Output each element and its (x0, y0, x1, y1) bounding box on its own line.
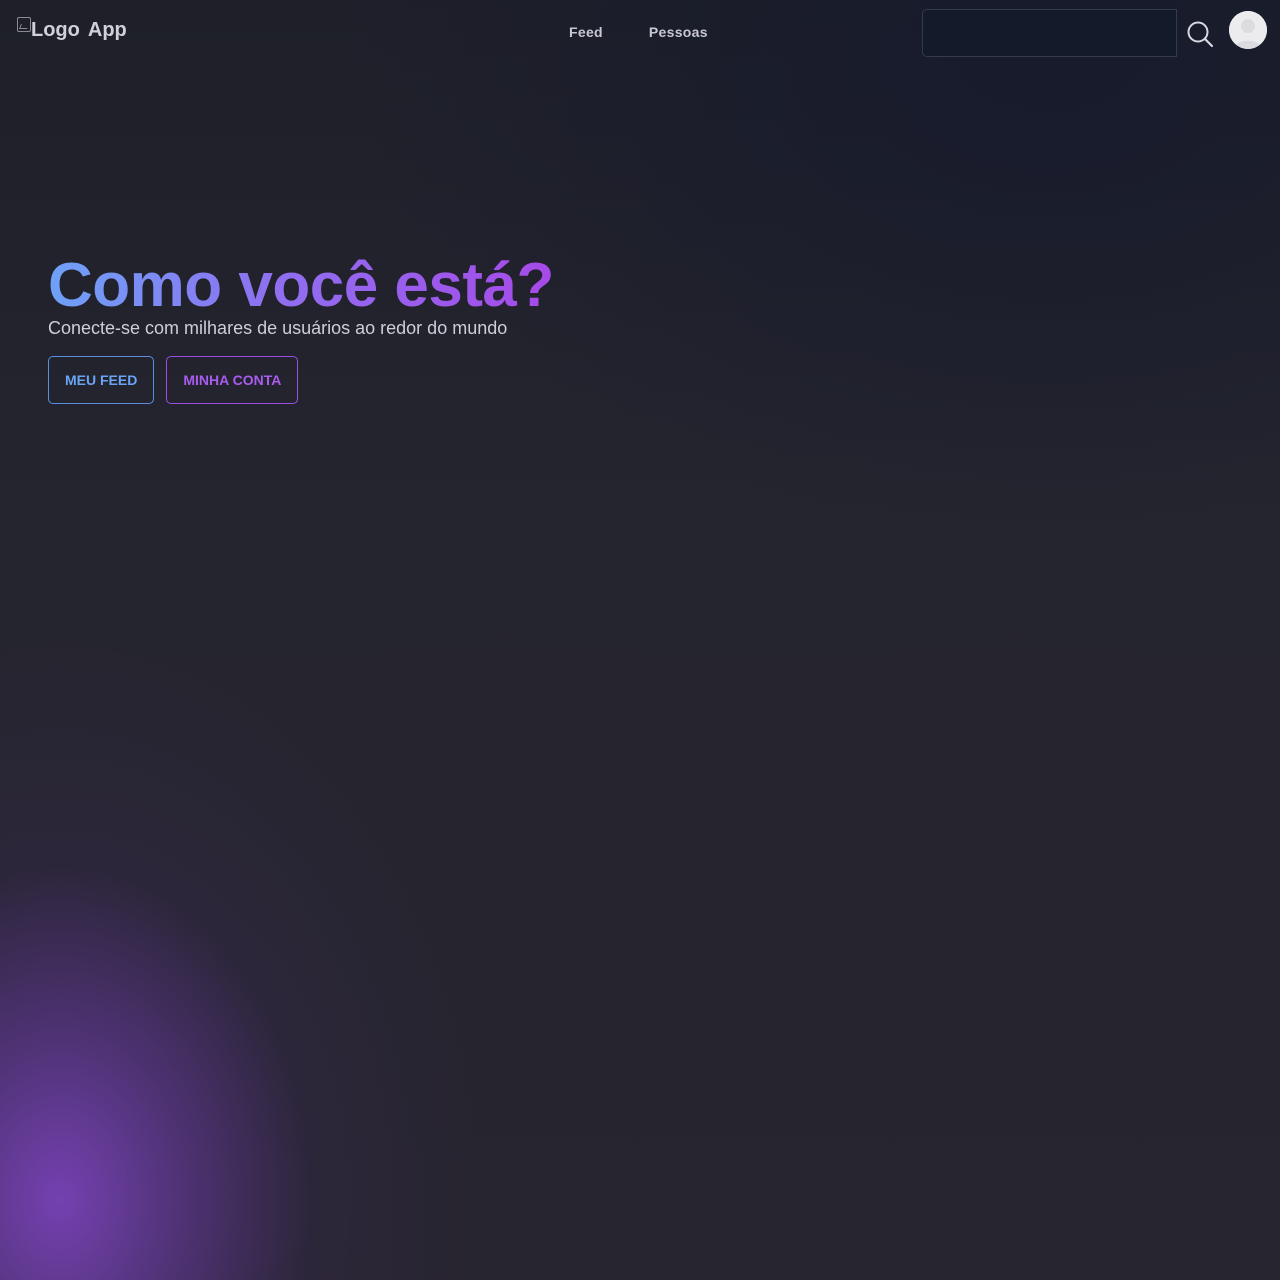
hero-actions: MEU FEED MINHA CONTA (48, 356, 554, 404)
avatar[interactable] (1229, 11, 1267, 49)
nav-link-people[interactable]: Pessoas (649, 24, 708, 40)
hero-subtitle: Conecte-se com milhares de usuários ao r… (48, 318, 508, 338)
logo-alt-text: Logo (31, 19, 80, 41)
my-feed-button[interactable]: MEU FEED (48, 356, 155, 404)
hero-title: Como você está? (48, 251, 554, 320)
search-icon (1187, 21, 1214, 48)
logo-image: Logo (17, 17, 80, 42)
top-navbar: Logo App Feed Pessoas (0, 0, 1280, 66)
broken-image-icon (17, 17, 31, 32)
brand[interactable]: Logo App (17, 17, 127, 42)
app-name: App (87, 19, 127, 41)
search-button[interactable] (1185, 19, 1215, 49)
nav-link-feed[interactable]: Feed (569, 24, 603, 40)
main-nav: Feed Pessoas (569, 24, 708, 40)
user-avatar-icon (1229, 11, 1267, 49)
hero-section: Como você está? Conecte-se com milhares … (48, 250, 554, 404)
search-input[interactable] (922, 9, 1177, 57)
my-account-button[interactable]: MINHA CONTA (166, 356, 299, 404)
